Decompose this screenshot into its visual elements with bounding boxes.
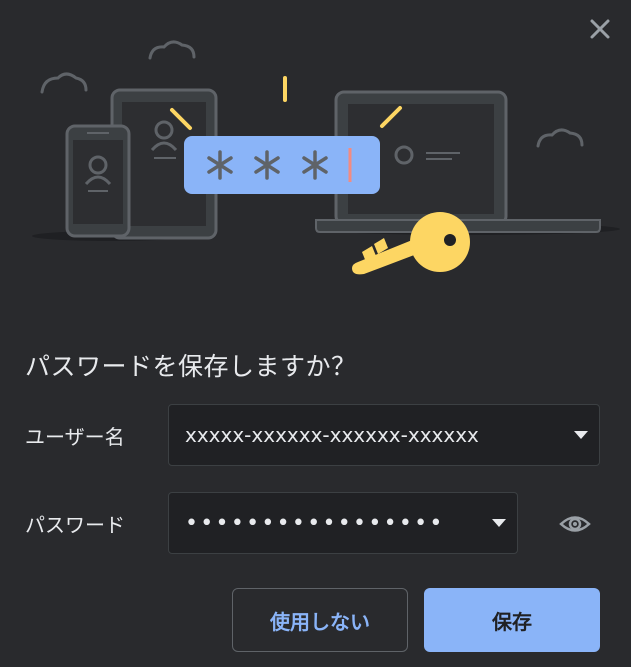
username-field[interactable]: xxxxx-xxxxxx-xxxxxx-xxxxxx bbox=[168, 404, 600, 466]
reveal-password-button[interactable] bbox=[555, 506, 595, 542]
username-value: xxxxx-xxxxxx-xxxxxx-xxxxxx bbox=[185, 423, 479, 447]
password-dropdown-button[interactable] bbox=[481, 493, 517, 553]
close-button[interactable] bbox=[586, 15, 614, 43]
username-dropdown-button[interactable] bbox=[563, 405, 599, 465]
cloud-icon bbox=[148, 40, 196, 60]
phone-icon bbox=[65, 124, 131, 238]
username-label: ユーザー名 bbox=[25, 425, 125, 449]
password-field-icon bbox=[184, 136, 380, 194]
chevron-down-icon bbox=[574, 431, 588, 439]
close-icon bbox=[590, 19, 610, 39]
cloud-icon bbox=[40, 72, 88, 94]
password-field[interactable]: ••••••••••••••••• bbox=[168, 492, 518, 554]
chevron-down-icon bbox=[492, 519, 506, 527]
cloud-icon bbox=[536, 128, 584, 148]
never-button[interactable]: 使用しない bbox=[232, 588, 408, 652]
save-button[interactable]: 保存 bbox=[424, 588, 600, 652]
password-label: パスワード bbox=[25, 513, 125, 537]
password-value: ••••••••••••••••• bbox=[185, 510, 445, 536]
dialog-title: パスワードを保存しますか？ bbox=[25, 352, 357, 381]
eye-icon bbox=[559, 516, 591, 532]
save-password-illustration bbox=[32, 40, 620, 275]
